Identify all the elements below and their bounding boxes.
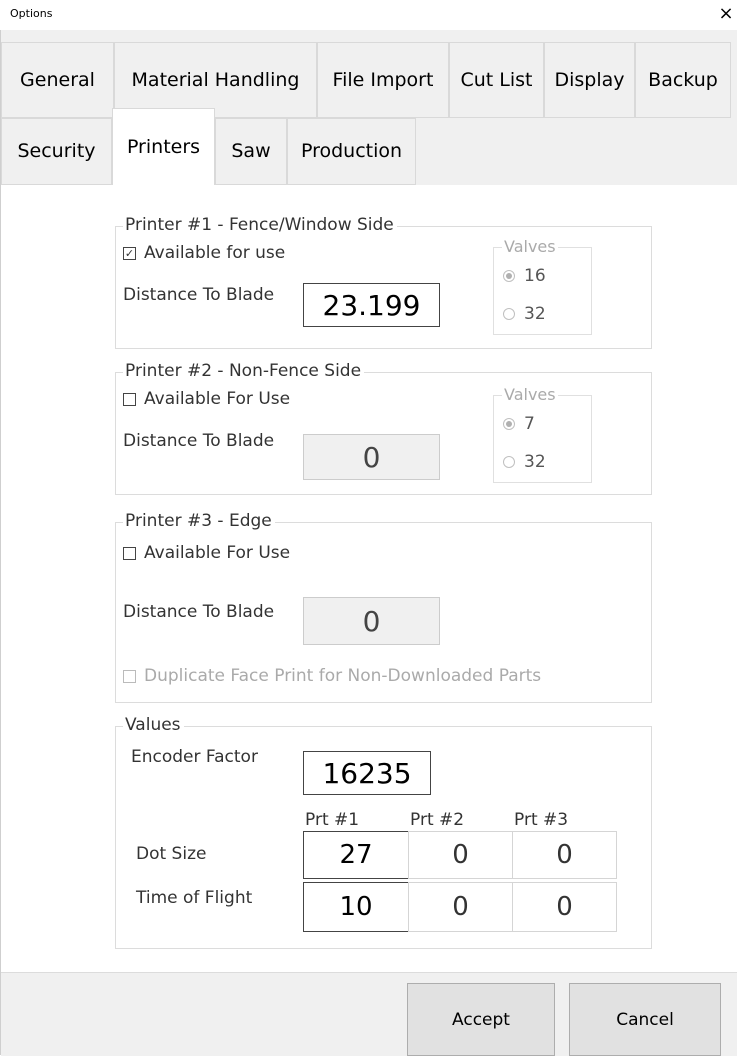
checkbox-empty-icon xyxy=(123,669,136,683)
check-icon: ✓ xyxy=(123,246,136,260)
duplicate-face-print-checkbox[interactable]: Duplicate Face Print for Non-Downloaded … xyxy=(123,666,541,686)
values-group: Values Encoder Factor 16235 Prt #1 Prt #… xyxy=(115,716,652,949)
values-title: Values xyxy=(123,716,184,734)
window-title: Options xyxy=(10,7,53,20)
tab-production[interactable]: Production xyxy=(287,118,416,185)
col-header-prt1: Prt #1 xyxy=(305,810,360,830)
time-of-flight-prt3-input[interactable]: 0 xyxy=(512,882,617,932)
close-icon[interactable]: × xyxy=(715,2,737,26)
duplicate-face-print-label: Duplicate Face Print for Non-Downloaded … xyxy=(144,666,542,686)
checkbox-empty-icon xyxy=(123,392,136,406)
radio-icon xyxy=(503,456,515,468)
printer2-available-label: Available For Use xyxy=(144,389,291,409)
cancel-button[interactable]: Cancel xyxy=(569,983,721,1056)
tab-material-handling[interactable]: Material Handling xyxy=(114,42,317,118)
printer2-distance-input[interactable]: 0 xyxy=(303,434,440,480)
title-bar: Options × xyxy=(0,0,737,30)
col-header-prt2: Prt #2 xyxy=(410,810,465,830)
printer1-distance-label: Distance To Blade xyxy=(123,285,275,305)
printer1-valves-title: Valves xyxy=(502,237,558,256)
checkbox-empty-icon xyxy=(123,546,136,560)
printer1-available-checkbox[interactable]: ✓ Available for use xyxy=(123,243,285,263)
printer1-valve-16-radio[interactable]: 16 xyxy=(503,266,546,286)
dialog-footer: Accept Cancel xyxy=(1,972,737,1056)
printer2-group: Printer #2 - Non-Fence Side Available Fo… xyxy=(115,362,652,495)
time-of-flight-prt1-input[interactable]: 10 xyxy=(303,882,409,932)
printer2-valves-title: Valves xyxy=(502,385,558,404)
printer1-distance-input[interactable]: 23.199 xyxy=(303,283,440,327)
printer1-title: Printer #1 - Fence/Window Side xyxy=(123,216,397,234)
printer3-distance-label: Distance To Blade xyxy=(123,602,275,622)
printer3-distance-input[interactable]: 0 xyxy=(303,597,440,645)
printer3-title: Printer #3 - Edge xyxy=(123,512,275,530)
valve-option-label: 16 xyxy=(524,266,546,286)
printer1-valve-32-radio[interactable]: 32 xyxy=(503,304,546,324)
tab-display[interactable]: Display xyxy=(544,42,635,118)
printer1-valves-group: Valves 16 32 xyxy=(493,237,592,335)
printer3-available-checkbox[interactable]: Available For Use xyxy=(123,543,290,563)
tab-backup[interactable]: Backup xyxy=(635,42,731,118)
col-header-prt3: Prt #3 xyxy=(514,810,569,830)
printer2-valves-group: Valves 7 32 xyxy=(493,385,592,483)
radio-selected-icon xyxy=(503,270,515,282)
printer1-available-label: Available for use xyxy=(144,243,286,263)
dot-size-prt1-input[interactable]: 27 xyxy=(303,831,409,879)
tab-file-import[interactable]: File Import xyxy=(317,42,449,118)
radio-icon xyxy=(503,308,515,320)
encoder-factor-input[interactable]: 16235 xyxy=(303,751,431,795)
printer2-valve-32-radio[interactable]: 32 xyxy=(503,452,546,472)
valve-option-label: 32 xyxy=(524,452,546,472)
printer2-valve-7-radio[interactable]: 7 xyxy=(503,414,535,434)
accept-button[interactable]: Accept xyxy=(407,983,555,1056)
printer2-distance-label: Distance To Blade xyxy=(123,431,275,451)
printer2-available-checkbox[interactable]: Available For Use xyxy=(123,389,290,409)
encoder-factor-label: Encoder Factor xyxy=(131,747,258,767)
tab-security[interactable]: Security xyxy=(1,118,112,185)
tab-general[interactable]: General xyxy=(1,42,114,118)
dot-size-label: Dot Size xyxy=(136,844,207,864)
tab-printers[interactable]: Printers xyxy=(112,108,215,186)
time-of-flight-prt2-input[interactable]: 0 xyxy=(408,882,513,932)
printer3-available-label: Available For Use xyxy=(144,543,291,563)
printer2-title: Printer #2 - Non-Fence Side xyxy=(123,362,365,380)
printer1-group: Printer #1 - Fence/Window Side ✓ Availab… xyxy=(115,216,652,349)
radio-selected-icon xyxy=(503,418,515,430)
tab-cut-list[interactable]: Cut List xyxy=(449,42,544,118)
valve-option-label: 32 xyxy=(524,304,546,324)
valve-option-label: 7 xyxy=(524,414,535,434)
dot-size-prt2-input[interactable]: 0 xyxy=(408,831,513,879)
tab-saw[interactable]: Saw xyxy=(215,118,287,185)
dot-size-prt3-input[interactable]: 0 xyxy=(512,831,617,879)
tab-strip: General Material Handling File Import Cu… xyxy=(1,30,737,186)
printer3-group: Printer #3 - Edge Available For Use Dist… xyxy=(115,512,652,703)
time-of-flight-label: Time of Flight xyxy=(136,888,253,908)
